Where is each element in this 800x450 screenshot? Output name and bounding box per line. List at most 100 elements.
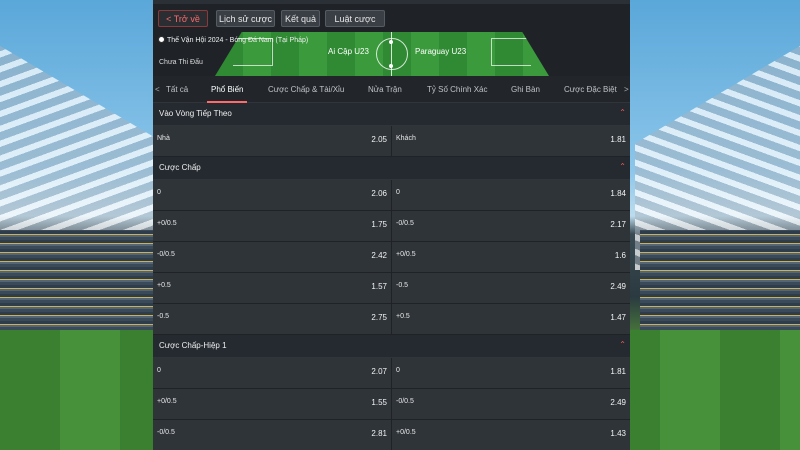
section-title: Vào Vòng Tiếp Theo: [159, 109, 232, 118]
match-title: Thế Vận Hội 2024 - Bóng Đá Nam (Tại Pháp…: [158, 36, 308, 44]
chevron-up-icon[interactable]: ⌃: [619, 340, 626, 349]
chevron-up-icon[interactable]: ⌃: [619, 162, 626, 171]
odds-label: 0: [396, 189, 400, 196]
odds-label: +0/0.5: [157, 220, 177, 227]
section-title: Cược Chấp-Hiệp 1: [159, 341, 227, 350]
odds-cell[interactable]: 0 1.81: [392, 358, 630, 388]
odds-label: 0: [396, 367, 400, 374]
odds-label: +0/0.5: [157, 398, 177, 405]
odds-label: +0/0.5: [396, 251, 416, 258]
odds-value: 2.49: [610, 398, 626, 407]
section-header-next-round[interactable]: Vào Vòng Tiếp Theo ⌃: [153, 103, 630, 126]
results-button[interactable]: Kết quả: [281, 10, 320, 27]
odds-label: +0.5: [396, 313, 410, 320]
crowd-left: [0, 230, 160, 330]
odds-label: 0: [157, 189, 161, 196]
odds-label: -0/0.5: [396, 220, 414, 227]
odds-row: 0 2.06 0 1.84: [153, 180, 630, 211]
tab-goal-scorer[interactable]: Ghi Bàn: [511, 76, 540, 103]
odds-cell[interactable]: Nhà 2.05: [153, 126, 391, 156]
odds-label: -0.5: [157, 313, 170, 320]
odds-row: +0/0.5 1.75 -0/0.5 2.17: [153, 211, 630, 242]
tab-popular[interactable]: Phổ Biến: [206, 76, 249, 103]
home-team-name: Ai Cập U23: [328, 47, 369, 56]
odds-value: 1.43: [610, 429, 626, 438]
odds-cell[interactable]: +0.5 1.47: [392, 304, 630, 334]
odds-cell[interactable]: -0/0.5 2.49: [392, 389, 630, 419]
pitch-dot-top: [389, 40, 393, 44]
odds-label: Nhà: [157, 135, 170, 142]
odds-label: Khách: [396, 135, 416, 142]
tab-special-bets[interactable]: Cược Đặc Biệt: [564, 76, 617, 103]
section-title: Cược Chấp: [159, 163, 201, 172]
chevron-up-icon[interactable]: ⌃: [619, 108, 626, 117]
odds-value: 2.75: [371, 313, 387, 322]
odds-value: 1.6: [614, 251, 626, 260]
odds-value: 1.81: [610, 135, 626, 144]
odds-row: -0/0.5 2.42 +0/0.5 1.6: [153, 242, 630, 273]
odds-value: 1.55: [371, 398, 387, 407]
odds-value: 1.47: [610, 313, 626, 322]
odds-label: 0: [157, 367, 161, 374]
section-header-handicap[interactable]: Cược Chấp ⌃: [153, 157, 630, 180]
odds-value: 1.81: [610, 367, 626, 376]
odds-cell[interactable]: -0/0.5 2.42: [153, 242, 391, 272]
odds-value: 2.49: [610, 282, 626, 291]
odds-cell[interactable]: -0.5 2.75: [153, 304, 391, 334]
odds-value: 1.84: [610, 189, 626, 198]
odds-value: 2.42: [371, 251, 387, 260]
match-title-text: Thế Vận Hội 2024 - Bóng Đá Nam (Tại Pháp…: [167, 37, 309, 44]
odds-value: 2.07: [371, 367, 387, 376]
odds-cell[interactable]: Khách 1.81: [392, 126, 630, 156]
odds-label: -0.5: [396, 282, 409, 289]
bet-history-button[interactable]: Lịch sử cược: [216, 10, 275, 27]
odds-value: 2.05: [371, 135, 387, 144]
odds-cell[interactable]: 0 2.06: [153, 180, 391, 210]
odds-label: -0/0.5: [157, 429, 175, 436]
odds-label: -0/0.5: [157, 251, 175, 258]
match-status: Chưa Thi Đấu: [159, 59, 203, 66]
odds-row: 0 2.07 0 1.81: [153, 358, 630, 389]
odds-value: 2.81: [371, 429, 387, 438]
tab-correct-score[interactable]: Tỷ Số Chính Xác: [427, 76, 487, 103]
odds-cell[interactable]: 0 2.07: [153, 358, 391, 388]
odds-value: 1.75: [371, 220, 387, 229]
bet-rules-button[interactable]: Luật cược: [325, 10, 385, 27]
away-team-name: Paraguay U23: [415, 47, 467, 56]
odds-cell[interactable]: +0.5 1.57: [153, 273, 391, 303]
match-header: Thế Vận Hội 2024 - Bóng Đá Nam (Tại Pháp…: [153, 32, 630, 76]
odds-cell[interactable]: -0.5 2.49: [392, 273, 630, 303]
penalty-box-right: [491, 38, 531, 66]
tab-handicap-over-under[interactable]: Cược Chấp & Tài/Xỉu: [268, 76, 344, 103]
odds-row: -0.5 2.75 +0.5 1.47: [153, 304, 630, 335]
odds-cell[interactable]: -0/0.5 2.17: [392, 211, 630, 241]
odds-label: +0.5: [157, 282, 171, 289]
tabs-prev-arrow-icon[interactable]: <: [155, 76, 160, 103]
section-header-handicap-first-half[interactable]: Cược Chấp-Hiệp 1 ⌃: [153, 335, 630, 358]
tab-half-time[interactable]: Nửa Trận: [368, 76, 402, 103]
tab-all[interactable]: Tất cả: [166, 76, 188, 103]
odds-value: 2.17: [610, 220, 626, 229]
odds-cell[interactable]: -0/0.5 2.81: [153, 420, 391, 450]
odds-row: +0/0.5 1.55 -0/0.5 2.49: [153, 389, 630, 420]
tabs-next-arrow-icon[interactable]: >: [624, 76, 629, 103]
odds-cell[interactable]: +0/0.5 1.6: [392, 242, 630, 272]
odds-cell[interactable]: +0/0.5 1.43: [392, 420, 630, 450]
pitch-dot-bottom: [389, 64, 393, 68]
odds-row: +0.5 1.57 -0.5 2.49: [153, 273, 630, 304]
odds-cell[interactable]: +0/0.5 1.55: [153, 389, 391, 419]
odds-cell[interactable]: +0/0.5 1.75: [153, 211, 391, 241]
odds-row: Nhà 2.05 Khách 1.81: [153, 126, 630, 157]
odds-value: 2.06: [371, 189, 387, 198]
odds-value: 1.57: [371, 282, 387, 291]
betting-panel: < Trở về Lịch sử cược Kết quả Luật cược …: [153, 0, 630, 450]
odds-label: +0/0.5: [396, 429, 416, 436]
top-toolbar: < Trở về Lịch sử cược Kết quả Luật cược: [153, 0, 630, 32]
odds-label: -0/0.5: [396, 398, 414, 405]
soccer-ball-icon: [158, 36, 165, 43]
market-tabs: < Tất cả Phổ Biến Cược Chấp & Tài/Xỉu Nử…: [153, 76, 630, 103]
odds-cell[interactable]: 0 1.84: [392, 180, 630, 210]
odds-row: -0/0.5 2.81 +0/0.5 1.43: [153, 420, 630, 450]
back-button[interactable]: < Trở về: [158, 10, 208, 27]
crowd-right: [640, 230, 800, 330]
